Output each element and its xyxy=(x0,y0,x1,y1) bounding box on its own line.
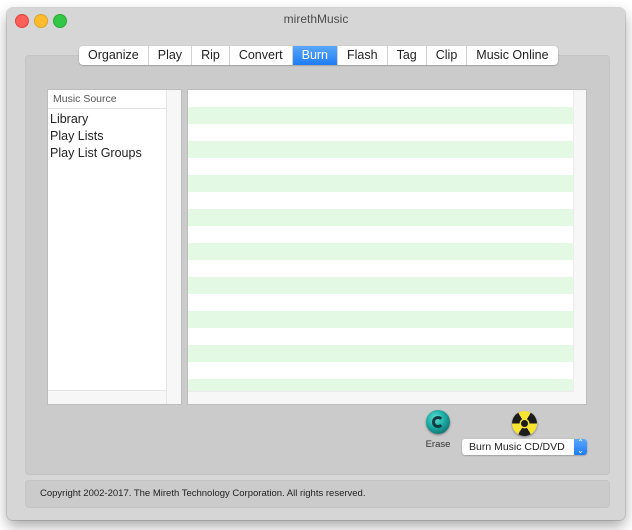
tab-music-online[interactable]: Music Online xyxy=(467,46,557,65)
source-horizontal-scrollbar[interactable] xyxy=(48,390,166,404)
tab-tag[interactable]: Tag xyxy=(388,46,427,65)
title-bar[interactable]: mirethMusic xyxy=(7,8,625,30)
tab-burn[interactable]: Burn xyxy=(292,46,339,65)
status-footer: Copyright 2002-2017. The Mireth Technolo… xyxy=(25,480,610,508)
burn-mode-select[interactable]: Burn Music CD/DVD ⌃ ⌄ xyxy=(462,439,587,455)
burn-track-rows xyxy=(188,90,574,396)
track-list-horizontal-scrollbar[interactable] xyxy=(188,391,574,404)
table-row[interactable] xyxy=(188,158,574,175)
window-title: mirethMusic xyxy=(283,12,349,26)
app-window: mirethMusic Organize Play Rip Convert Burn Fl… xyxy=(7,8,625,520)
main-tab-bar: Organize Play Rip Convert Burn Flash Tag Clip Mu… xyxy=(79,46,558,65)
copyright-text: Copyright 2002-2017. The Mireth Technolo… xyxy=(40,488,366,499)
table-row[interactable] xyxy=(188,362,574,379)
table-row[interactable] xyxy=(188,294,574,311)
source-item-library[interactable]: Library xyxy=(50,111,142,128)
source-item-play-list-groups[interactable]: Play List Groups xyxy=(50,145,142,162)
erase-button[interactable]: Erase xyxy=(421,410,455,450)
tab-play[interactable]: Play xyxy=(149,46,193,65)
tab-clip[interactable]: Clip xyxy=(427,46,468,65)
table-row[interactable] xyxy=(188,345,574,362)
tab-convert[interactable]: Convert xyxy=(230,46,293,65)
music-source-header[interactable]: Music Source xyxy=(48,90,167,109)
radiation-burn-icon[interactable] xyxy=(512,411,537,436)
music-source-list: Library Play Lists Play List Groups xyxy=(50,111,142,162)
music-source-panel: Music Source Library Play Lists Play Lis… xyxy=(47,89,182,405)
table-row[interactable] xyxy=(188,141,574,158)
table-row[interactable] xyxy=(188,107,574,124)
source-vertical-scrollbar[interactable] xyxy=(166,90,181,404)
tab-organize[interactable]: Organize xyxy=(79,46,149,65)
burn-track-list[interactable] xyxy=(187,89,587,405)
table-row[interactable] xyxy=(188,209,574,226)
table-row[interactable] xyxy=(188,243,574,260)
erase-swirl-icon xyxy=(426,410,450,434)
tab-rip[interactable]: Rip xyxy=(192,46,230,65)
table-row[interactable] xyxy=(188,175,574,192)
table-row[interactable] xyxy=(188,90,574,107)
table-row[interactable] xyxy=(188,124,574,141)
tab-flash[interactable]: Flash xyxy=(338,46,388,65)
source-item-play-lists[interactable]: Play Lists xyxy=(50,128,142,145)
table-row[interactable] xyxy=(188,192,574,209)
burn-mode-selected-value: Burn Music CD/DVD xyxy=(469,441,565,453)
table-row[interactable] xyxy=(188,226,574,243)
track-list-vertical-scrollbar[interactable] xyxy=(573,90,586,404)
chevron-up-down-icon: ⌃ ⌄ xyxy=(574,439,587,455)
table-row[interactable] xyxy=(188,311,574,328)
table-row[interactable] xyxy=(188,260,574,277)
table-row[interactable] xyxy=(188,277,574,294)
erase-label: Erase xyxy=(425,439,451,450)
table-row[interactable] xyxy=(188,328,574,345)
